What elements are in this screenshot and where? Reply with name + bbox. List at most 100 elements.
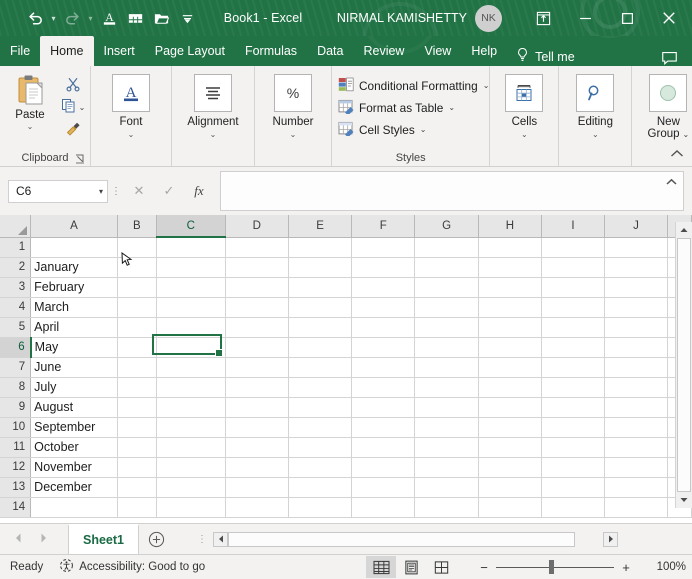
page-layout-view-icon[interactable] xyxy=(396,556,426,578)
redo-dropdown-icon[interactable]: ▾ xyxy=(85,5,96,31)
cell-d14[interactable] xyxy=(225,497,289,518)
cell-g8[interactable] xyxy=(414,377,479,398)
cell-a11[interactable]: October xyxy=(30,437,118,458)
row-header-6[interactable]: 6 xyxy=(0,337,32,358)
cell-f4[interactable] xyxy=(351,297,416,318)
cell-d10[interactable] xyxy=(225,417,289,438)
cell-h10[interactable] xyxy=(478,417,543,438)
cell-h11[interactable] xyxy=(478,437,543,458)
alignment-button[interactable]: Alignment ⌄ xyxy=(180,74,246,139)
column-header-g[interactable]: G xyxy=(414,215,479,238)
editing-button[interactable]: Editing ⌄ xyxy=(567,74,623,139)
font-color-icon[interactable]: A xyxy=(96,5,122,31)
cell-b8[interactable] xyxy=(117,377,157,398)
horizontal-scrollbar-rest[interactable] xyxy=(575,532,603,547)
column-header-h[interactable]: H xyxy=(478,215,543,238)
font-dropdown-icon[interactable]: ⌄ xyxy=(128,131,135,139)
cell-j2[interactable] xyxy=(604,257,669,278)
cell-e7[interactable] xyxy=(288,357,353,378)
conditional-formatting-button[interactable]: Conditional Formatting ⌄ xyxy=(338,76,489,95)
cell-h7[interactable] xyxy=(478,357,543,378)
cell-c2[interactable] xyxy=(156,257,226,278)
cell-b12[interactable] xyxy=(117,457,157,478)
cell-f1[interactable] xyxy=(351,237,416,258)
cell-i2[interactable] xyxy=(541,257,605,278)
tab-review[interactable]: Review xyxy=(353,36,414,66)
cell-b1[interactable] xyxy=(117,237,157,258)
close-icon[interactable] xyxy=(648,1,690,35)
cell-h13[interactable] xyxy=(478,477,543,498)
cell-b7[interactable] xyxy=(117,357,157,378)
cell-c4[interactable] xyxy=(156,297,226,318)
cell-h12[interactable] xyxy=(478,457,543,478)
avatar[interactable]: NK xyxy=(475,4,502,32)
cell-c5[interactable] xyxy=(156,317,226,338)
cell-g7[interactable] xyxy=(414,357,479,378)
cell-b13[interactable] xyxy=(117,477,157,498)
cell-a3[interactable]: February xyxy=(30,277,118,298)
cell-e4[interactable] xyxy=(288,297,353,318)
cell-c3[interactable] xyxy=(156,277,226,298)
comments-button[interactable] xyxy=(661,51,678,66)
cell-c14[interactable] xyxy=(156,497,226,518)
zoom-slider-thumb[interactable] xyxy=(549,560,554,574)
cell-c1[interactable] xyxy=(156,237,226,258)
cell-j10[interactable] xyxy=(604,417,669,438)
cell-e14[interactable] xyxy=(288,497,353,518)
tab-data[interactable]: Data xyxy=(307,36,353,66)
cell-e1[interactable] xyxy=(288,237,353,258)
cell-j1[interactable] xyxy=(604,237,669,258)
cell-b11[interactable] xyxy=(117,437,157,458)
cell-i5[interactable] xyxy=(541,317,605,338)
cell-f5[interactable] xyxy=(351,317,416,338)
cell-i9[interactable] xyxy=(541,397,605,418)
row-header-14[interactable]: 14 xyxy=(0,497,32,518)
cell-a14[interactable] xyxy=(30,497,118,518)
tab-view[interactable]: View xyxy=(414,36,461,66)
number-dropdown-icon[interactable]: ⌄ xyxy=(290,131,297,139)
tab-help[interactable]: Help xyxy=(461,36,507,66)
tab-formulas[interactable]: Formulas xyxy=(235,36,307,66)
cell-h4[interactable] xyxy=(478,297,543,318)
cell-f3[interactable] xyxy=(351,277,416,298)
tab-page-layout[interactable]: Page Layout xyxy=(145,36,235,66)
cell-d9[interactable] xyxy=(225,397,289,418)
tab-bar-grip[interactable]: ⋮ xyxy=(197,524,207,554)
cell-e11[interactable] xyxy=(288,437,353,458)
cell-a1[interactable] xyxy=(30,237,118,258)
format-painter-button[interactable] xyxy=(65,120,82,139)
cancel-formula-icon[interactable]: ✕ xyxy=(124,180,154,203)
tab-insert[interactable]: Insert xyxy=(94,36,145,66)
number-button[interactable]: % Number ⌄ xyxy=(263,74,323,139)
copy-dropdown-icon[interactable]: ⌄ xyxy=(79,103,86,112)
scroll-right-icon[interactable] xyxy=(603,531,618,547)
formula-input[interactable] xyxy=(220,171,684,211)
clipboard-dialog-launcher-icon[interactable] xyxy=(74,153,86,165)
cell-f13[interactable] xyxy=(351,477,416,498)
cell-h14[interactable] xyxy=(478,497,543,518)
cell-b6[interactable] xyxy=(117,337,157,358)
cell-d12[interactable] xyxy=(225,457,289,478)
undo-icon[interactable] xyxy=(22,5,48,31)
cut-button[interactable] xyxy=(65,76,81,95)
expand-formula-bar-icon[interactable] xyxy=(666,178,677,188)
format-as-table-dropdown-icon[interactable]: ⌄ xyxy=(448,103,455,112)
maximize-restore-icon[interactable] xyxy=(606,1,648,35)
cell-a13[interactable]: December xyxy=(30,477,118,498)
redo-icon[interactable] xyxy=(59,5,85,31)
cell-j6[interactable] xyxy=(604,337,669,358)
cell-d5[interactable] xyxy=(225,317,289,338)
page-break-preview-icon[interactable] xyxy=(426,556,456,578)
cell-b10[interactable] xyxy=(117,417,157,438)
row-header-1[interactable]: 1 xyxy=(0,237,32,258)
cell-d4[interactable] xyxy=(225,297,289,318)
name-box-dropdown-icon[interactable]: ▾ xyxy=(99,187,103,196)
cell-e3[interactable] xyxy=(288,277,353,298)
formula-bar-grip[interactable]: ⋮ xyxy=(108,186,124,197)
cell-c7[interactable] xyxy=(156,357,226,378)
vertical-scrollbar[interactable] xyxy=(675,222,692,508)
cell-b4[interactable] xyxy=(117,297,157,318)
row-header-7[interactable]: 7 xyxy=(0,357,32,378)
cell-i10[interactable] xyxy=(541,417,605,438)
cell-c10[interactable] xyxy=(156,417,226,438)
